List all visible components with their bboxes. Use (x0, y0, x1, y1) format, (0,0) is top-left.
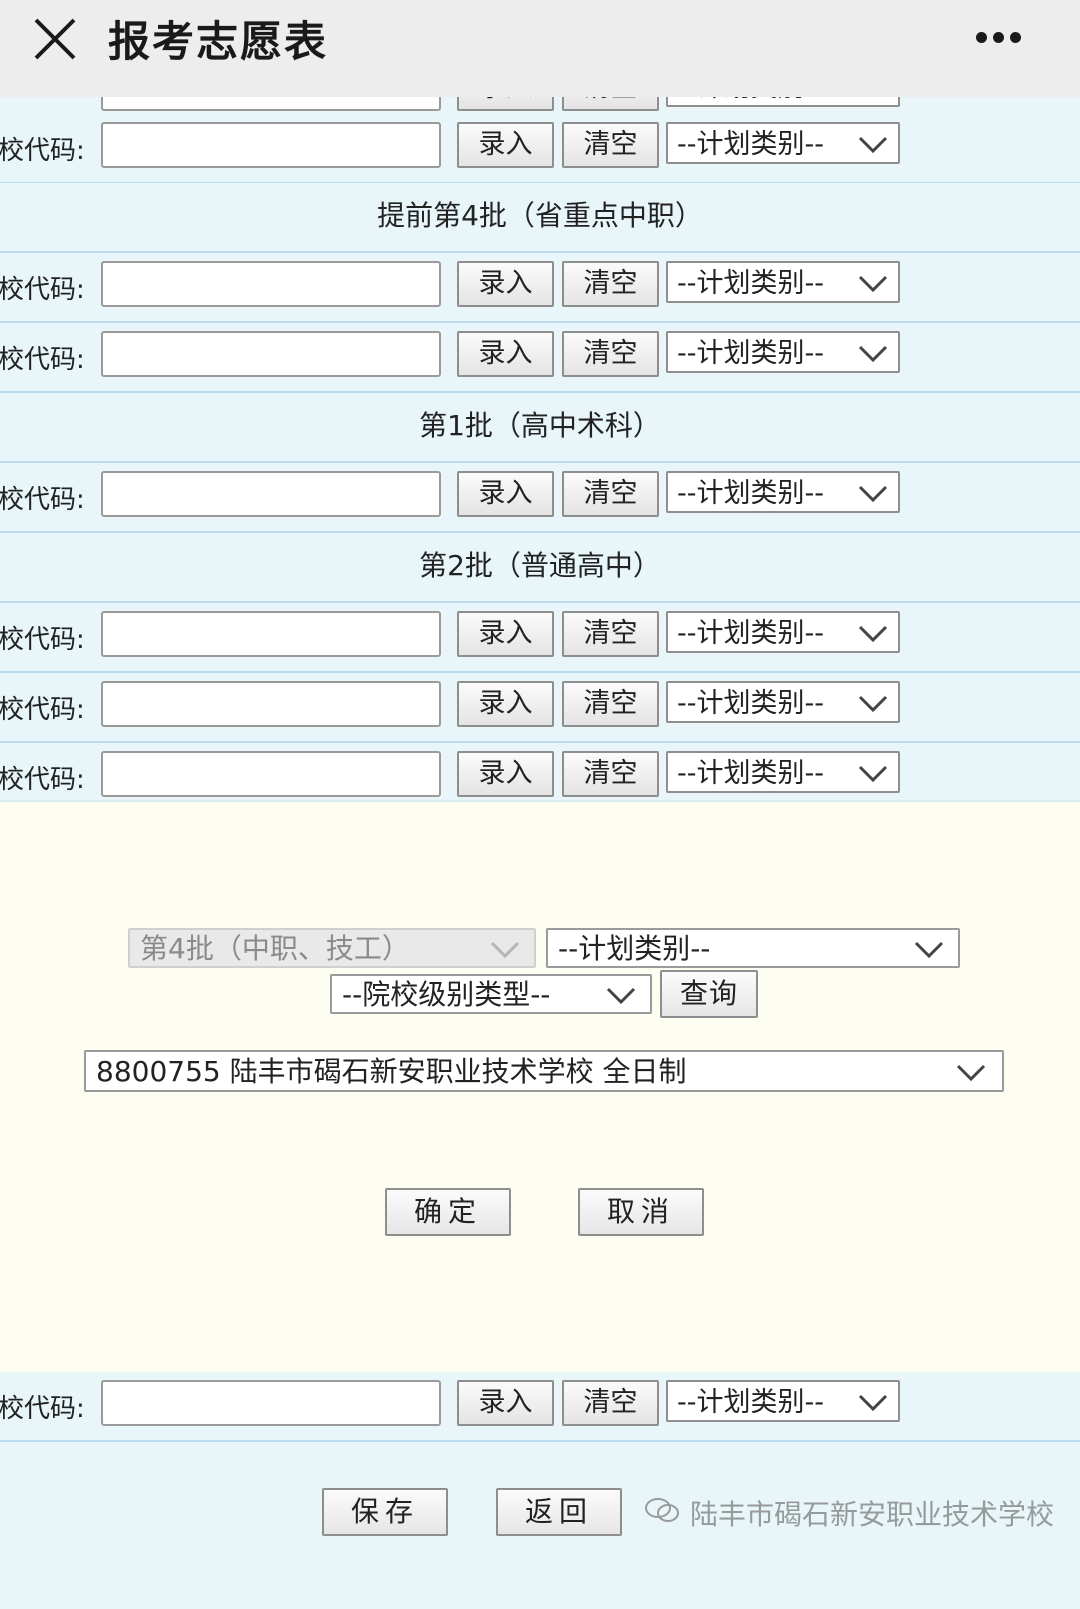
chevron-down-icon (914, 941, 944, 959)
clear-button[interactable]: 清空 (562, 681, 659, 727)
section-heading: 提前第4批（省重点中职） (0, 183, 1080, 253)
plan-type-select[interactable]: --计划类别-- (666, 611, 900, 653)
chevron-down-icon (858, 695, 888, 713)
school-code-label: 校代码: (0, 345, 85, 375)
school-code-input[interactable] (101, 681, 441, 727)
school-code-input[interactable] (101, 331, 441, 377)
school-code-label: 校代码: (0, 485, 85, 515)
school-code-input[interactable] (101, 1380, 441, 1426)
batch-select: 第4批（中职、技工） (128, 928, 536, 968)
wechat-icon (645, 1498, 679, 1522)
back-button[interactable]: 返回 (496, 1488, 622, 1536)
clear-button[interactable]: 清空 (562, 97, 659, 111)
clear-button[interactable]: 清空 (562, 471, 659, 517)
clear-button[interactable]: 清空 (562, 261, 659, 307)
form-footer: 校代码: 录入 清空 --计划类别-- 保存 返回 (0, 1372, 1080, 1609)
confirm-button[interactable]: 确定 (385, 1188, 511, 1236)
chevron-down-icon (858, 275, 888, 293)
query-button[interactable]: 查询 (660, 970, 758, 1018)
school-code-label: 校代码: (0, 1394, 85, 1424)
section-heading: 第1批（高中术科） (0, 393, 1080, 463)
chevron-down-icon (858, 1394, 888, 1412)
school-code-label: 校代码: (0, 765, 85, 795)
clear-button[interactable]: 清空 (562, 1380, 659, 1426)
school-code-input[interactable] (101, 751, 441, 797)
plan-type-select[interactable]: --计划类别-- (666, 1380, 900, 1422)
school-code-label: 校代码: (0, 275, 85, 305)
school-code-input[interactable] (101, 97, 441, 111)
school-code-input[interactable] (101, 611, 441, 657)
chevron-down-icon (858, 136, 888, 154)
watermark: 陆丰市碣石新安职业技术学校 (690, 1498, 1055, 1531)
chevron-down-icon (858, 765, 888, 783)
page-title: 报考志愿表 (108, 17, 329, 66)
clear-button[interactable]: 清空 (562, 751, 659, 797)
school-code-row: 校代码: 录入 清空 --计划类别-- (0, 463, 1080, 533)
school-select[interactable]: 8800755 陆丰市碣石新安职业技术学校 全日制 (84, 1050, 1004, 1092)
school-picker-dialog: 第4批（中职、技工） --计划类别-- --院校级别类型-- 查询 880075… (0, 800, 1080, 1374)
plan-type-select[interactable]: --计划类别-- (546, 928, 960, 968)
top-bar: 报考志愿表 (0, 0, 1080, 98)
enter-button[interactable]: 录入 (457, 751, 554, 797)
plan-type-select[interactable]: --计划类别-- (666, 122, 900, 164)
clear-button[interactable]: 清空 (562, 331, 659, 377)
enter-button[interactable]: 录入 (457, 122, 554, 168)
clear-button[interactable]: 清空 (562, 122, 659, 168)
school-code-label: 校代码: (0, 625, 85, 655)
enter-button[interactable]: 录入 (457, 261, 554, 307)
school-level-select[interactable]: --院校级别类型-- (330, 974, 652, 1014)
school-code-input[interactable] (101, 471, 441, 517)
enter-button[interactable]: 录入 (457, 331, 554, 377)
plan-type-select[interactable]: --计划类别-- (666, 97, 900, 107)
enter-button[interactable]: 录入 (457, 471, 554, 517)
close-icon[interactable] (30, 14, 80, 64)
school-code-label: 校代码: (0, 695, 85, 725)
volunteer-form: 录入 清空 --计划类别-- 校代码: 录入 清空 --计划类别-- 提前第4批… (0, 97, 1080, 800)
school-code-input[interactable] (101, 261, 441, 307)
school-code-label: 校代码: (0, 136, 85, 166)
school-code-row: 校代码: 录入 清空 --计划类别-- (0, 323, 1080, 393)
save-button[interactable]: 保存 (322, 1488, 448, 1536)
plan-type-select[interactable]: --计划类别-- (666, 471, 900, 513)
chevron-down-icon (858, 345, 888, 363)
enter-button[interactable]: 录入 (457, 1380, 554, 1426)
school-code-row: 校代码: 录入 清空 --计划类别-- (0, 253, 1080, 323)
school-code-row: 校代码: 录入 清空 --计划类别-- (0, 673, 1080, 743)
more-dots-icon[interactable] (976, 28, 1036, 43)
chevron-down-icon (606, 987, 636, 1005)
cancel-button[interactable]: 取消 (578, 1188, 704, 1236)
chevron-down-icon (858, 485, 888, 503)
school-code-row: 校代码: 录入 清空 --计划类别-- (0, 1372, 1080, 1442)
clear-button[interactable]: 清空 (562, 611, 659, 657)
enter-button[interactable]: 录入 (457, 97, 554, 111)
school-code-input[interactable] (101, 122, 441, 168)
chevron-down-icon (858, 625, 888, 643)
chevron-down-icon (490, 941, 520, 959)
chevron-down-icon (956, 1064, 986, 1082)
school-code-row: 校代码: 录入 清空 --计划类别-- (0, 603, 1080, 673)
plan-type-select[interactable]: --计划类别-- (666, 681, 900, 723)
school-code-row: 校代码: 录入 清空 --计划类别-- (0, 743, 1080, 800)
section-heading: 第2批（普通高中） (0, 533, 1080, 603)
plan-type-select[interactable]: --计划类别-- (666, 261, 900, 303)
plan-type-select[interactable]: --计划类别-- (666, 331, 900, 373)
plan-type-select[interactable]: --计划类别-- (666, 751, 900, 793)
enter-button[interactable]: 录入 (457, 681, 554, 727)
enter-button[interactable]: 录入 (457, 611, 554, 657)
school-code-row: 校代码: 录入 清空 --计划类别-- (0, 114, 1080, 184)
